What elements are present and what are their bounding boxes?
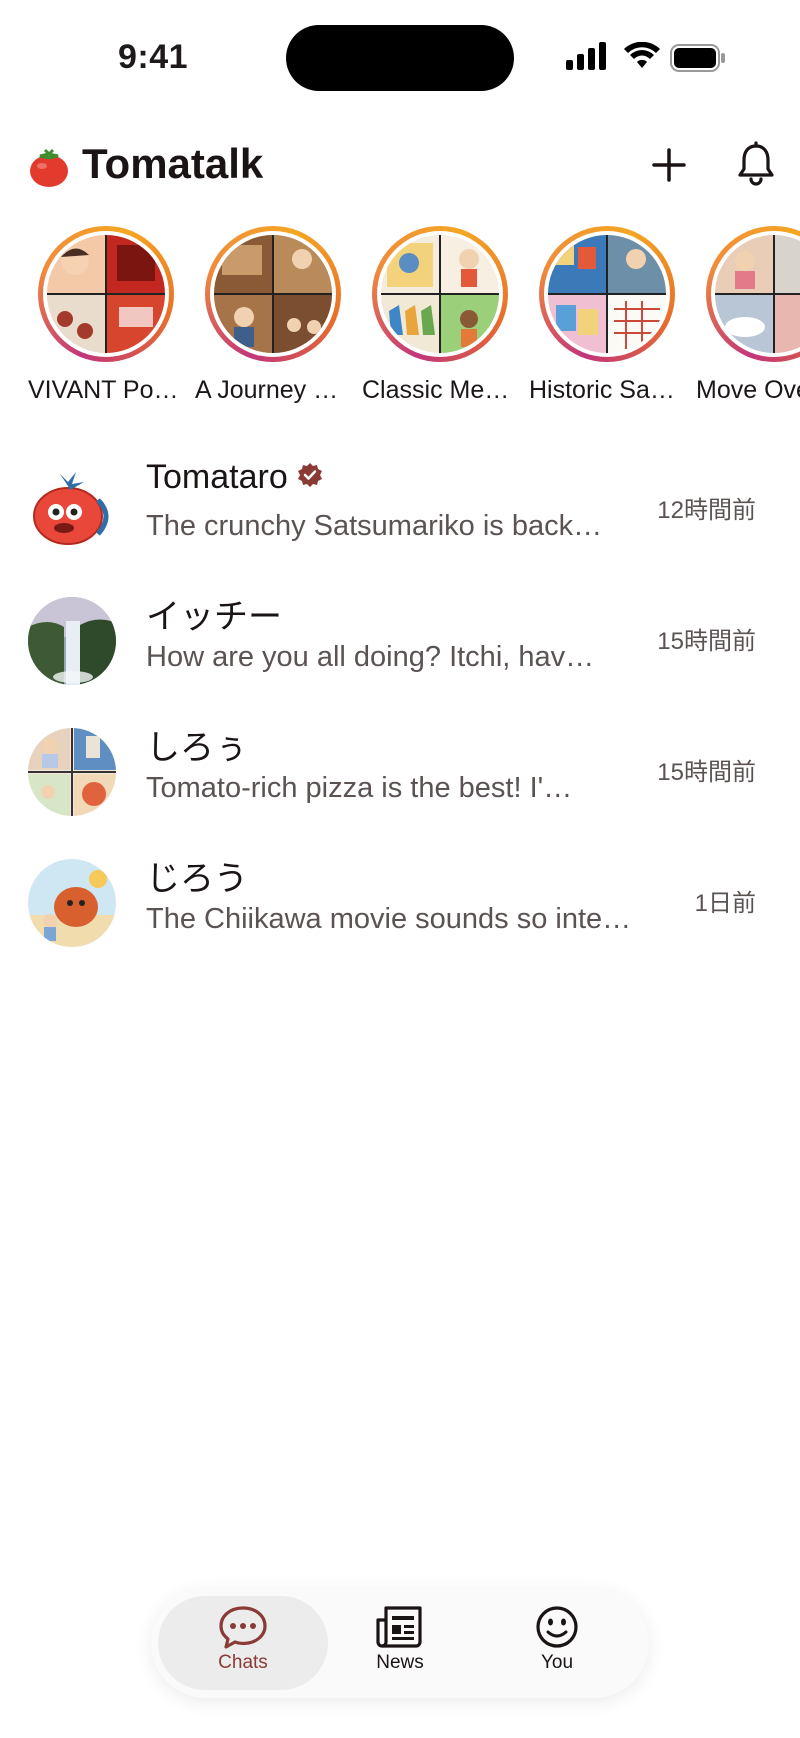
wifi-icon — [624, 42, 660, 68]
story-thumbnail — [214, 235, 332, 353]
avatar — [28, 859, 116, 947]
smiley-face-icon — [536, 1606, 578, 1648]
dynamic-island — [286, 25, 514, 91]
story-ring — [205, 226, 341, 362]
chat-name: イッチー — [146, 598, 282, 636]
chat-preview: The crunchy Satsumariko is back… — [146, 510, 603, 542]
story-thumbnail — [47, 235, 165, 353]
story-ring — [539, 226, 675, 362]
battery-icon — [670, 44, 725, 72]
app-header: Tomatalk — [0, 130, 800, 200]
chat-name: Tomataro — [146, 458, 324, 497]
app-title: Tomatalk — [82, 140, 264, 187]
story-label: VIVANT Po… — [28, 376, 179, 404]
avatar — [28, 597, 116, 685]
story-ring — [706, 226, 800, 362]
chat-preview: How are you all doing? Itchi, hav… — [146, 641, 595, 673]
tab-chats-label: Chats — [218, 1652, 268, 1673]
avatar — [28, 728, 116, 816]
chat-preview: Tomato-rich pizza is the best! I'… — [146, 772, 573, 804]
story-thumbnail — [548, 235, 666, 353]
tomato-icon — [30, 148, 68, 187]
status-time: 9:41 — [118, 38, 189, 76]
story-thumbnail — [715, 235, 800, 353]
chat-name: じろう — [146, 860, 248, 898]
avatar — [28, 466, 116, 554]
tab-chats[interactable]: Chats — [158, 1596, 328, 1690]
chat-name: しろぅ — [146, 729, 248, 767]
tab-you[interactable]: You — [472, 1596, 642, 1690]
story-item[interactable]: VIVANT Po… — [26, 226, 186, 405]
story-item[interactable]: Move Ove — [694, 226, 800, 405]
chat-preview: The Chiikawa movie sounds so inte… — [146, 903, 632, 935]
notifications-button[interactable] — [730, 138, 782, 190]
story-item[interactable]: Classic Me… — [360, 226, 520, 405]
chat-time: 1日前 — [694, 890, 756, 917]
story-label: Move Ove — [696, 376, 800, 404]
chat-time: 15時間前 — [657, 628, 756, 655]
tab-news[interactable]: News — [315, 1596, 485, 1690]
verified-icon — [297, 463, 322, 488]
stories-row: VIVANT Po… A Journey … Classic Me… Histo… — [0, 226, 800, 416]
tab-news-label: News — [376, 1652, 424, 1673]
chat-time: 15時間前 — [657, 759, 756, 786]
story-ring — [38, 226, 174, 362]
signal-icon — [566, 42, 606, 70]
chat-row-itchi[interactable]: イッチー How are you all doing? Itchi, hav… … — [0, 585, 800, 695]
chat-name-text: Tomataro — [146, 458, 288, 496]
story-ring — [372, 226, 508, 362]
bell-icon — [738, 141, 774, 186]
chat-row-tomataro[interactable]: Tomataro The crunchy Satsumariko is back… — [0, 454, 800, 564]
bottom-nav: Chats News You — [151, 1588, 649, 1698]
story-label: Classic Me… — [362, 376, 510, 404]
chat-bubble-icon — [219, 1606, 267, 1649]
story-item[interactable]: A Journey … — [193, 226, 353, 405]
new-chat-button[interactable] — [644, 140, 694, 190]
chat-row-jirou[interactable]: じろう The Chiikawa movie sounds so inte… 1… — [0, 847, 800, 957]
story-thumbnail — [381, 235, 499, 353]
tab-you-label: You — [540, 1652, 574, 1673]
chat-row-shirou[interactable]: しろぅ Tomato-rich pizza is the best! I'… 1… — [0, 716, 800, 826]
chat-time: 12時間前 — [657, 497, 756, 524]
story-label: A Journey … — [195, 376, 339, 404]
plus-icon — [652, 148, 686, 182]
status-icons — [566, 42, 726, 76]
story-label: Historic Sa… — [529, 376, 675, 404]
status-bar: 9:41 — [0, 0, 800, 110]
newspaper-icon — [376, 1606, 422, 1648]
story-item[interactable]: Historic Sa… — [527, 226, 687, 405]
